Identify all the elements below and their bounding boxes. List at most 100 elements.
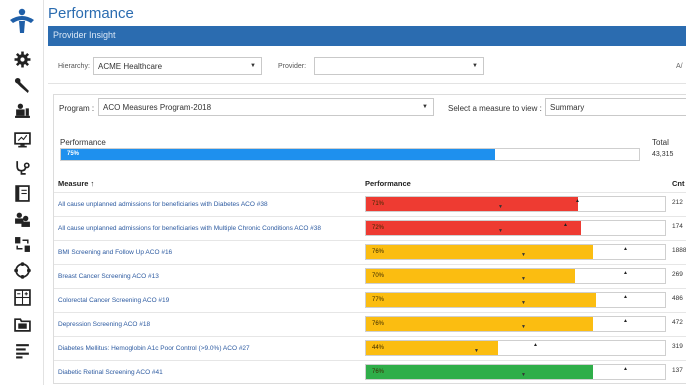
benchmark-up-marker-icon: ▲ xyxy=(563,222,568,228)
performance-fill: 71% xyxy=(366,197,578,211)
measure-link[interactable]: All cause unplanned admissions for benef… xyxy=(58,225,321,232)
benchmark-up-marker-icon: ▲ xyxy=(533,342,538,348)
users-icon[interactable] xyxy=(0,207,44,231)
measure-view-select[interactable]: Summary xyxy=(545,98,686,116)
performance-bar: 72% ▼ ▲ xyxy=(365,220,666,236)
performance-bar: 77% ▼ ▲ xyxy=(365,292,666,308)
wrench-icon[interactable] xyxy=(0,73,44,97)
program-select[interactable]: ACO Measures Program-2018 ▼ xyxy=(98,98,434,116)
corner-text: A/ xyxy=(676,63,683,70)
count-cell: 472 xyxy=(672,319,683,326)
person-chart-icon[interactable] xyxy=(0,98,44,122)
banner-title: Provider Insight xyxy=(53,30,116,40)
count-cell: 1888 xyxy=(672,247,686,254)
summary-performance-fill: 75% xyxy=(61,149,495,160)
benchmark-down-marker-icon: ▼ xyxy=(521,372,526,378)
book-icon[interactable] xyxy=(0,181,44,205)
table-row: Diabetes Mellitus: Hemoglobin A1c Poor C… xyxy=(54,336,686,359)
table-row: Diabetic Retinal Screening ACO #41 76% ▼ ▲ 1… xyxy=(54,360,686,383)
gear-icon[interactable] xyxy=(0,47,44,71)
benchmark-up-marker-icon: ▲ xyxy=(575,198,580,204)
benchmark-up-marker-icon: ▲ xyxy=(623,318,628,324)
stethoscope-icon[interactable] xyxy=(0,155,44,179)
count-cell: 174 xyxy=(672,223,683,230)
performance-percent: 70% xyxy=(372,273,385,279)
performance-percent: 76% xyxy=(372,369,385,375)
performance-fill: 77% xyxy=(366,293,596,307)
summary-percent-text: 75% xyxy=(67,151,80,157)
benchmark-down-marker-icon: ▼ xyxy=(521,276,526,282)
monitor-icon[interactable] xyxy=(0,127,44,151)
performance-bar: 70% ▼ ▲ xyxy=(365,268,666,284)
count-cell: 137 xyxy=(672,367,683,374)
benchmark-down-marker-icon: ▼ xyxy=(521,300,526,306)
program-value: ACO Measures Program-2018 xyxy=(103,103,212,112)
measure-link[interactable]: All cause unplanned admissions for benef… xyxy=(58,201,268,208)
network-icon[interactable] xyxy=(0,258,44,282)
performance-bar: 76% ▼ ▲ xyxy=(365,364,666,380)
performance-percent: 71% xyxy=(372,201,385,207)
measure-view-label: Select a measure to view : xyxy=(448,104,542,113)
measure-link[interactable]: Breast Cancer Screening ACO #13 xyxy=(58,273,159,280)
count-cell: 319 xyxy=(672,343,683,350)
count-cell: 212 xyxy=(672,199,683,206)
summary-performance-label: Performance xyxy=(60,138,106,147)
transfer-icon[interactable] xyxy=(0,232,44,256)
count-column-header[interactable]: Cnt xyxy=(672,179,685,188)
provider-label: Provider: xyxy=(278,63,307,70)
program-label: Program : xyxy=(59,104,95,113)
benchmark-up-marker-icon: ▲ xyxy=(623,294,628,300)
left-nav-rail xyxy=(0,0,44,385)
folder-icon[interactable] xyxy=(0,312,44,336)
performance-fill: 70% xyxy=(366,269,575,283)
benchmark-up-marker-icon: ▲ xyxy=(623,366,628,372)
measure-link[interactable]: Colorectal Cancer Screening ACO #19 xyxy=(58,297,169,304)
summary-total-value: 43,315 xyxy=(652,151,674,158)
hierarchy-select[interactable]: ACME Healthcare ▼ xyxy=(93,57,262,75)
performance-percent: 72% xyxy=(372,225,385,231)
performance-bar: 76% ▼ ▲ xyxy=(365,316,666,332)
summary-performance-bar: 75% xyxy=(60,148,640,161)
divider xyxy=(48,83,686,84)
hierarchy-label: Hierarchy: xyxy=(58,63,90,70)
performance-percent: 44% xyxy=(372,345,385,351)
performance-fill: 72% xyxy=(366,221,581,235)
chevron-down-icon: ▼ xyxy=(422,104,428,110)
table-row: BMI Screening and Follow Up ACO #16 76% ▼ ▲… xyxy=(54,240,686,263)
performance-fill: 76% xyxy=(366,245,593,259)
performance-bar: 76% ▼ ▲ xyxy=(365,244,666,260)
logo-icon[interactable] xyxy=(8,6,36,34)
performance-fill: 76% xyxy=(366,365,593,379)
measure-link[interactable]: Depression Screening ACO #18 xyxy=(58,321,150,328)
measure-link[interactable]: BMI Screening and Follow Up ACO #16 xyxy=(58,249,172,256)
list-icon[interactable] xyxy=(0,338,44,362)
benchmark-down-marker-icon: ▼ xyxy=(521,252,526,258)
measure-link[interactable]: Diabetic Retinal Screening ACO #41 xyxy=(58,369,163,376)
table-row: Breast Cancer Screening ACO #13 70% ▼ ▲ 269 xyxy=(54,264,686,287)
hierarchy-value: ACME Healthcare xyxy=(98,62,163,71)
benchmark-up-marker-icon: ▲ xyxy=(623,246,628,252)
performance-percent: 76% xyxy=(372,321,385,327)
measure-column-header[interactable]: Measure ↑ xyxy=(58,179,94,188)
benchmark-down-marker-icon: ▼ xyxy=(498,204,503,210)
measure-view-value: Summary xyxy=(550,103,585,112)
chevron-down-icon: ▼ xyxy=(472,63,478,69)
table-row: Depression Screening ACO #18 76% ▼ ▲ 472 xyxy=(54,312,686,335)
count-cell: 486 xyxy=(672,295,683,302)
benchmark-down-marker-icon: ▼ xyxy=(474,348,479,354)
banner: Provider Insight xyxy=(48,26,686,46)
table-row: All cause unplanned admissions for benef… xyxy=(54,192,686,215)
calculator-icon[interactable] xyxy=(0,285,44,309)
performance-percent: 76% xyxy=(372,249,385,255)
performance-fill: 76% xyxy=(366,317,593,331)
performance-bar: 71% ▼ ▲ xyxy=(365,196,666,212)
measure-link[interactable]: Diabetes Mellitus: Hemoglobin A1c Poor C… xyxy=(58,345,250,352)
benchmark-down-marker-icon: ▼ xyxy=(498,228,503,234)
summary-total-label: Total xyxy=(652,138,669,147)
benchmark-up-marker-icon: ▲ xyxy=(623,270,628,276)
provider-select[interactable]: ▼ xyxy=(314,57,484,75)
chevron-down-icon: ▼ xyxy=(250,63,256,69)
table-row: Colorectal Cancer Screening ACO #19 77% ▼ ▲… xyxy=(54,288,686,311)
performance-column-header[interactable]: Performance xyxy=(365,179,411,188)
performance-bar: 44% ▼ ▲ xyxy=(365,340,666,356)
